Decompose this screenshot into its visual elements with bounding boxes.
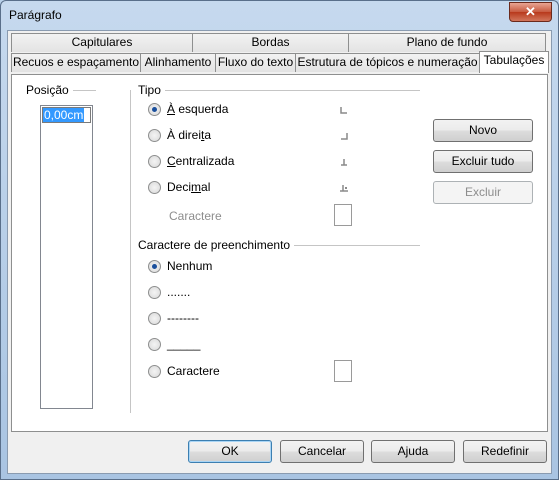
radio-label: Caractere: [167, 364, 220, 378]
right-tab-icon: [341, 133, 348, 140]
delete-all-button[interactable]: Excluir tudo: [433, 150, 533, 173]
radio-fill-dashes[interactable]: --------: [148, 311, 199, 325]
radio-label: Decimal: [167, 180, 211, 194]
fill-group-label: Caractere de preenchimento: [138, 238, 295, 252]
left-tab-icon: [340, 107, 347, 114]
radio-dot: [148, 128, 161, 142]
radio-label: --------: [167, 311, 199, 325]
cancel-button[interactable]: Cancelar: [280, 440, 364, 463]
type-group-label: Tipo: [138, 83, 165, 97]
tab-recuos-espacamento[interactable]: Recuos e espaçamento: [11, 53, 141, 72]
tab-tabulacoes[interactable]: Tabulações: [479, 51, 549, 73]
position-input[interactable]: 0,00cm: [42, 107, 91, 123]
radio-dot: [148, 285, 161, 299]
radio-left[interactable]: À esquerda: [148, 102, 228, 116]
tab-alinhamento[interactable]: Alinhamento: [140, 53, 216, 72]
tab-fluxo-do-texto[interactable]: Fluxo do texto: [215, 53, 296, 72]
radio-label: À direita: [167, 128, 212, 142]
window-title: Parágrafo: [9, 8, 62, 22]
radio-dot: [148, 180, 161, 194]
radio-label: _____: [167, 337, 201, 351]
decimal-char-input[interactable]: [334, 204, 352, 226]
new-button[interactable]: Novo: [433, 119, 533, 142]
tab-plano-de-fundo[interactable]: Plano de fundo: [348, 33, 546, 52]
tab-bordas[interactable]: Bordas: [192, 33, 349, 52]
center-tab-icon: [341, 159, 347, 166]
decimal-char-label: Caractere: [169, 209, 222, 223]
radio-right[interactable]: À direita: [148, 128, 211, 142]
radio-dot: [148, 154, 161, 168]
radio-dot: [148, 364, 161, 378]
position-group-label: Posição: [26, 83, 73, 97]
radio-dot: [148, 311, 161, 325]
title-bar[interactable]: Parágrafo ✕: [1, 1, 558, 31]
radio-center[interactable]: Centralizada: [148, 154, 234, 168]
position-list[interactable]: 0,00cm: [40, 105, 93, 409]
radio-fill-character[interactable]: Caractere: [148, 364, 220, 378]
radio-fill-underline[interactable]: _____: [148, 337, 200, 351]
radio-dot: [148, 259, 161, 273]
radio-dot: [148, 102, 161, 116]
dialog-window: Parágrafo ✕ Capitulares Bordas Plano de …: [0, 0, 559, 480]
radio-dot: [148, 337, 161, 351]
reset-button[interactable]: Redefinir: [463, 440, 547, 463]
fill-char-input[interactable]: [334, 360, 352, 382]
tab-capitulares[interactable]: Capitulares: [11, 33, 193, 52]
tab-estrutura-topicos[interactable]: Estrutura de tópicos e numeração: [295, 53, 480, 72]
radio-label: Nenhum: [167, 259, 213, 273]
ok-button[interactable]: OK: [188, 440, 272, 463]
radio-decimal[interactable]: Decimal: [148, 180, 210, 194]
radio-fill-dots[interactable]: .......: [148, 285, 190, 299]
radio-label: .......: [167, 285, 191, 299]
radio-label: À esquerda: [167, 102, 229, 116]
type-group-line: [138, 90, 420, 91]
position-value: 0,00cm: [43, 108, 85, 122]
decimal-tab-icon: [340, 185, 348, 192]
dialog-client: Capitulares Bordas Plano de fundo Recuos…: [7, 30, 552, 474]
close-button[interactable]: ✕: [509, 2, 552, 22]
delete-button[interactable]: Excluir: [433, 181, 533, 204]
radio-fill-none[interactable]: Nenhum: [148, 259, 212, 273]
radio-label: Centralizada: [167, 154, 235, 168]
group-separator: [130, 90, 131, 413]
tab-page-tabulacoes: Posição 0,00cm Tipo À esquerda À direita…: [11, 74, 548, 432]
help-button[interactable]: Ajuda: [371, 440, 455, 463]
